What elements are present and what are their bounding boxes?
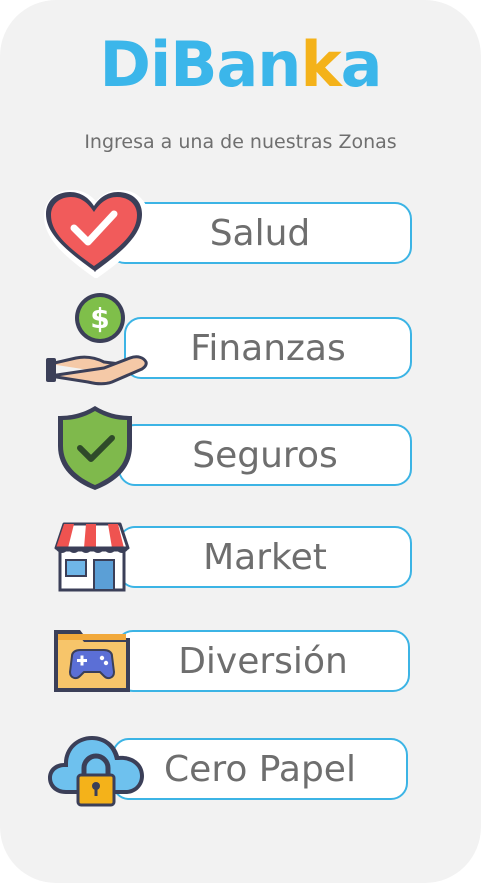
- zone-label: Seguros: [192, 434, 338, 476]
- brand-logo: DiBanka: [99, 28, 382, 101]
- zone-cero-papel[interactable]: Cero Papel: [0, 724, 481, 814]
- zone-label: Market: [203, 536, 327, 578]
- zone-label: Cero Papel: [164, 748, 356, 790]
- app-card: DiBanka Ingresa a una de nuestras Zonas …: [0, 0, 481, 883]
- svg-text:$: $: [90, 302, 109, 335]
- store-icon: [52, 520, 132, 594]
- zone-cero-papel-button[interactable]: Cero Papel: [112, 738, 408, 800]
- game-folder-icon: [50, 622, 134, 696]
- heart-check-icon: [42, 190, 150, 278]
- hand-coin-icon: $: [46, 292, 154, 386]
- shield-check-icon: [52, 402, 138, 494]
- zone-label: Finanzas: [190, 327, 346, 369]
- zone-seguros[interactable]: Seguros: [0, 402, 481, 492]
- zone-seguros-button[interactable]: Seguros: [118, 424, 412, 486]
- zone-diversion[interactable]: Diversión: [0, 618, 481, 708]
- zone-label: Diversión: [178, 640, 348, 682]
- zone-market-button[interactable]: Market: [118, 526, 412, 588]
- zone-finanzas-button[interactable]: Finanzas: [124, 317, 412, 379]
- page-subtitle: Ingresa a una de nuestras Zonas: [84, 131, 397, 153]
- zone-diversion-button[interactable]: Diversión: [116, 630, 410, 692]
- cloud-lock-icon: [44, 728, 148, 812]
- zone-finanzas[interactable]: Finanzas $: [0, 292, 481, 386]
- zone-salud[interactable]: Salud: [0, 190, 481, 280]
- zone-market[interactable]: Market: [0, 514, 481, 604]
- zone-salud-button[interactable]: Salud: [108, 202, 412, 264]
- zone-label: Salud: [209, 212, 311, 254]
